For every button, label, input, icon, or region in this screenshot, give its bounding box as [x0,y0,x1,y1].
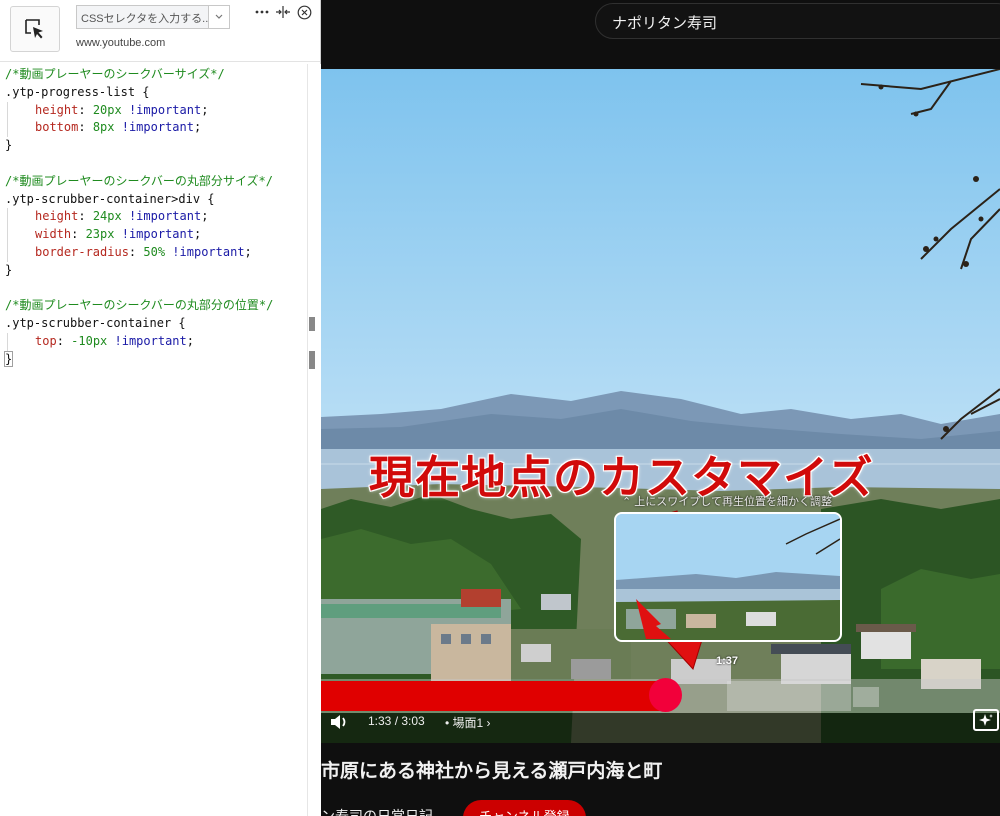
code-value: 23px [85,227,115,242]
panel-header-icons [254,4,312,20]
code-line: height: 24px !important; [5,208,306,227]
code-brace: } [3,350,14,367]
editor-scrollbar[interactable] [307,64,321,816]
indent-guide [7,119,35,138]
code-property: height [35,209,79,224]
code-brace: } [5,138,13,153]
search-input[interactable]: ナポリタン寿司 [595,3,1000,39]
code-selector: .ytp-progress-list { [5,84,150,99]
seek-preview-thumbnail [614,512,842,642]
code-comment: /*動画プレーヤーのシークバーの丸部分の位置*/ [5,298,274,313]
preview-timestamp: 1:37 [716,655,739,667]
code-line: /*動画プレーヤーのシークバーの丸部分サイズ*/ [5,173,306,191]
subscribe-button[interactable]: チャンネル登録 [463,800,586,816]
code-value: -10px [71,333,108,348]
element-picker-icon [25,19,43,39]
code-property: top [35,333,57,348]
indent-guide [7,208,35,227]
code-property: border-radius [35,244,129,259]
code-property: bottom [35,120,79,135]
sparkle-icon [979,714,993,726]
code-value: 24px [92,209,122,224]
code-line: .ytp-progress-list { [5,84,306,102]
code-line: top: -10px !important; [5,332,306,351]
selector-dropdown-button[interactable] [208,5,230,29]
element-picker-button[interactable] [10,6,60,52]
volume-icon [331,715,346,729]
indent-guide [7,243,35,262]
code-line: } [5,262,306,280]
code-important: !important [121,120,194,135]
progress-played [321,681,667,711]
ai-button[interactable] [973,709,999,731]
code-property: height [35,102,79,117]
code-value: 50% [143,244,166,259]
time-display: 1:33 / 3:03 [368,714,425,728]
code-line: border-radius: 50% !important; [5,243,306,262]
progress-scrubber[interactable] [649,678,682,712]
code-important: !important [128,209,202,224]
volume-button[interactable] [329,711,351,733]
css-editor-panel: CSSセレクタを入力する... www.youtube.com /*動画プレーヤ… [0,0,321,816]
scrollbar-marker [309,317,315,331]
css-selector-input[interactable]: CSSセレクタを入力する... [76,5,208,29]
code-line: /*動画プレーヤーのシークバーの丸部分の位置*/ [5,297,306,315]
seek-hint: ⌃ 上にスワイプして再生位置を細かく調整 [622,496,832,508]
code-line: } [3,350,306,369]
progress-buffered [727,681,851,711]
code-line: .ytp-scrubber-container { [5,315,306,333]
screenshot: CSSセレクタを入力する... www.youtube.com /*動画プレーヤ… [0,0,1000,816]
code-important: !important [114,333,187,348]
code-line: } [5,137,306,155]
scrollbar-marker [309,351,315,369]
code-comment: /*動画プレーヤーのシークバーの丸部分サイズ*/ [5,173,273,188]
panel-header: CSSセレクタを入力する... www.youtube.com [0,0,320,62]
code-property: width [35,227,72,242]
site-host: www.youtube.com [76,37,166,49]
code-comment: /*動画プレーヤーのシークバーサイズ*/ [5,67,225,81]
code-brace: } [5,262,13,277]
youtube-header: ナポリタン寿司 [321,0,1000,70]
resize-icon[interactable] [275,4,291,20]
channel-name[interactable]: ン寿司の日常日記 [321,806,433,816]
css-code-editor[interactable]: /*動画プレーヤーのシークバーサイズ*/ .ytp-progress-list {… [0,64,306,369]
code-value: 8px [92,120,115,135]
video-player[interactable]: 現在地点のカスタマイズ ⌃ 上にスワイプして再生位置を細かく調整 1:37 1:… [321,69,1000,743]
code-line: .ytp-scrubber-container>div { [5,191,306,209]
indent-guide [7,332,35,351]
code-selector: .ytp-scrubber-container>div { [5,191,215,206]
chevron-down-icon [215,14,223,19]
code-selector: .ytp-scrubber-container { [5,316,186,331]
code-line: /*動画プレーヤーのシークバーサイズ*/ [5,66,306,84]
code-value: 20px [92,102,122,117]
code-important: !important [172,244,245,259]
code-line: width: 23px !important; [5,226,306,244]
close-icon[interactable] [296,4,312,20]
code-important: !important [121,227,194,242]
more-icon[interactable] [254,4,270,20]
code-line: bottom: 8px !important; [5,119,306,138]
indent-guide [7,226,35,244]
progress-hover-segment [853,687,879,707]
code-important: !important [128,102,202,117]
preview-image [616,514,840,640]
chapter-button[interactable]: • 場面1 › [445,714,491,731]
indent-guide [7,101,35,120]
video-title: 市原にある神社から見える瀬戸内海と町 [321,761,663,782]
code-line: height: 20px !important; [5,101,306,120]
